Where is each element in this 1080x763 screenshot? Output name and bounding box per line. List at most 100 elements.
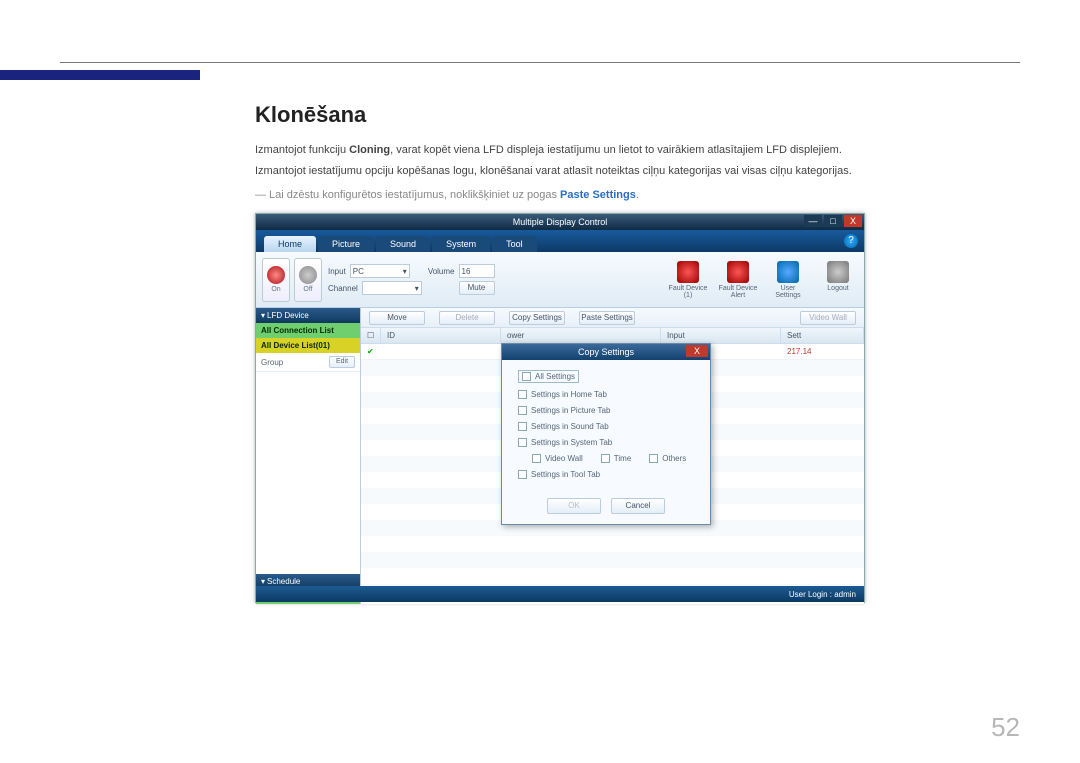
logout-glyph-icon (827, 261, 849, 283)
power-on-icon (267, 266, 285, 284)
ok-button[interactable]: OK (547, 498, 601, 514)
checkbox-icon (518, 406, 527, 415)
action-button-row: Move Delete Copy Settings Paste Settings… (361, 308, 864, 328)
header-accent-bar (0, 70, 200, 80)
main-panel: Move Delete Copy Settings Paste Settings… (361, 308, 864, 604)
top-rule (60, 62, 1020, 63)
chevron-down-icon: ▾ (261, 577, 265, 586)
checkbox-icon (518, 438, 527, 447)
ribbon: On Off Input PC▾ Channel ▾ Volume 16 Mute F… (256, 252, 864, 308)
check-all-settings[interactable]: All Settings (518, 370, 579, 383)
display-alert-icon (727, 261, 749, 283)
volume-label: Volume (428, 267, 455, 276)
sidebar-item-all-device[interactable]: All Device List(01) (256, 338, 360, 353)
page-number: 52 (991, 712, 1020, 743)
system-subrow: Video Wall Time Others (532, 454, 694, 463)
delete-button[interactable]: Delete (439, 311, 495, 325)
group-label: Group (261, 358, 283, 367)
check-home-tab[interactable]: Settings in Home Tab (518, 390, 694, 399)
checkbox-icon (518, 390, 527, 399)
video-wall-button[interactable]: Video Wall (800, 311, 856, 325)
paragraph-2: Izmantojot iestatījumu opciju kopēšanas … (255, 163, 1025, 180)
cancel-button[interactable]: Cancel (611, 498, 665, 514)
row-check-icon: ✔ (361, 347, 381, 356)
checkbox-icon (518, 422, 527, 431)
checkbox-header[interactable]: ☐ (367, 331, 374, 340)
power-off-icon (299, 266, 317, 284)
logout-icon[interactable]: Logout (818, 261, 858, 299)
tab-tool[interactable]: Tool (492, 236, 537, 252)
maximize-button[interactable]: □ (824, 215, 842, 227)
check-video-wall[interactable]: Video Wall (532, 454, 583, 463)
col-input: Input (661, 328, 781, 343)
heading: Klonēšana (255, 102, 1025, 128)
dialog-title: Copy Settings X (502, 344, 710, 360)
move-button[interactable]: Move (369, 311, 425, 325)
checkbox-icon (601, 454, 610, 463)
channel-label: Channel (328, 284, 358, 293)
copy-settings-dialog: Copy Settings X All Settings Settings in… (501, 343, 711, 525)
tab-home[interactable]: Home (264, 236, 316, 252)
checkbox-icon (649, 454, 658, 463)
paste-settings-button[interactable]: Paste Settings (579, 311, 635, 325)
note-line: Lai dzēstu konfigurētos iestatījumus, no… (269, 189, 1025, 201)
cloning-word: Cloning (349, 144, 390, 156)
power-group: On Off (262, 258, 322, 302)
help-icon[interactable]: ? (844, 234, 858, 248)
check-others[interactable]: Others (649, 454, 686, 463)
close-button[interactable]: X (844, 215, 862, 227)
window-buttons: — □ X (804, 215, 862, 227)
power-on-button[interactable]: On (262, 258, 290, 302)
input-label: Input (328, 267, 346, 276)
sidebar-row-group: Group Edit (256, 353, 360, 372)
col-power: ower (501, 328, 661, 343)
chevron-down-icon: ▾ (261, 311, 265, 320)
col-id: ID (381, 328, 501, 343)
channel-select[interactable]: ▾ (362, 281, 422, 295)
volume-group: Volume 16 Mute (428, 264, 495, 295)
input-group: Input PC▾ Channel ▾ (328, 264, 422, 295)
fault-device-alert-icon[interactable]: Fault Device Alert (718, 261, 758, 299)
content-area: Klonēšana Izmantojot funkciju Cloning, v… (255, 102, 1025, 603)
display-alert-icon (677, 261, 699, 283)
tab-picture[interactable]: Picture (318, 236, 374, 252)
paste-settings-ref: Paste Settings (560, 189, 636, 201)
minimize-button[interactable]: — (804, 215, 822, 227)
sidebar-header-lfd[interactable]: ▾LFD Device (256, 308, 360, 323)
check-picture-tab[interactable]: Settings in Picture Tab (518, 406, 694, 415)
tab-sound[interactable]: Sound (376, 236, 430, 252)
copy-settings-button[interactable]: Copy Settings (509, 311, 565, 325)
checkbox-icon (518, 470, 527, 479)
icon-group: Fault Device (1) Fault Device Alert User… (668, 261, 858, 299)
checkbox-icon (532, 454, 541, 463)
tab-bar: Home Picture Sound System Tool ? (256, 230, 864, 252)
dialog-buttons: OK Cancel (502, 492, 710, 524)
power-off-button[interactable]: Off (294, 258, 322, 302)
chevron-down-icon: ▾ (403, 267, 407, 276)
tab-system[interactable]: System (432, 236, 490, 252)
app-window: Multiple Display Control — □ X Home Pict… (255, 213, 865, 603)
check-time[interactable]: Time (601, 454, 631, 463)
app-title: Multiple Display Control (513, 217, 608, 227)
row-settings: 217.14 (781, 347, 864, 356)
check-sound-tab[interactable]: Settings in Sound Tab (518, 422, 694, 431)
paragraph-1: Izmantojot funkciju Cloning, varat kopēt… (255, 142, 1025, 159)
check-system-tab[interactable]: Settings in System Tab (518, 438, 694, 447)
dialog-close-button[interactable]: X (686, 345, 708, 357)
user-settings-icon[interactable]: User Settings (768, 261, 808, 299)
edit-button[interactable]: Edit (329, 356, 355, 368)
status-text: User Login : admin (789, 590, 856, 599)
input-select[interactable]: PC▾ (350, 264, 410, 278)
sidebar: ▾LFD Device All Connection List All Devi… (256, 308, 361, 604)
fault-device-icon[interactable]: Fault Device (1) (668, 261, 708, 299)
mute-button[interactable]: Mute (459, 281, 495, 295)
sidebar-spacer (256, 372, 360, 574)
sidebar-item-all-connection[interactable]: All Connection List (256, 323, 360, 338)
user-icon (777, 261, 799, 283)
table-header: ☐ ID ower Input Sett (361, 328, 864, 344)
volume-value[interactable]: 16 (459, 264, 495, 278)
col-settings: Sett (781, 328, 864, 343)
dialog-body: All Settings Settings in Home Tab Settin… (502, 360, 710, 492)
check-tool-tab[interactable]: Settings in Tool Tab (518, 470, 694, 479)
titlebar: Multiple Display Control — □ X (256, 214, 864, 230)
